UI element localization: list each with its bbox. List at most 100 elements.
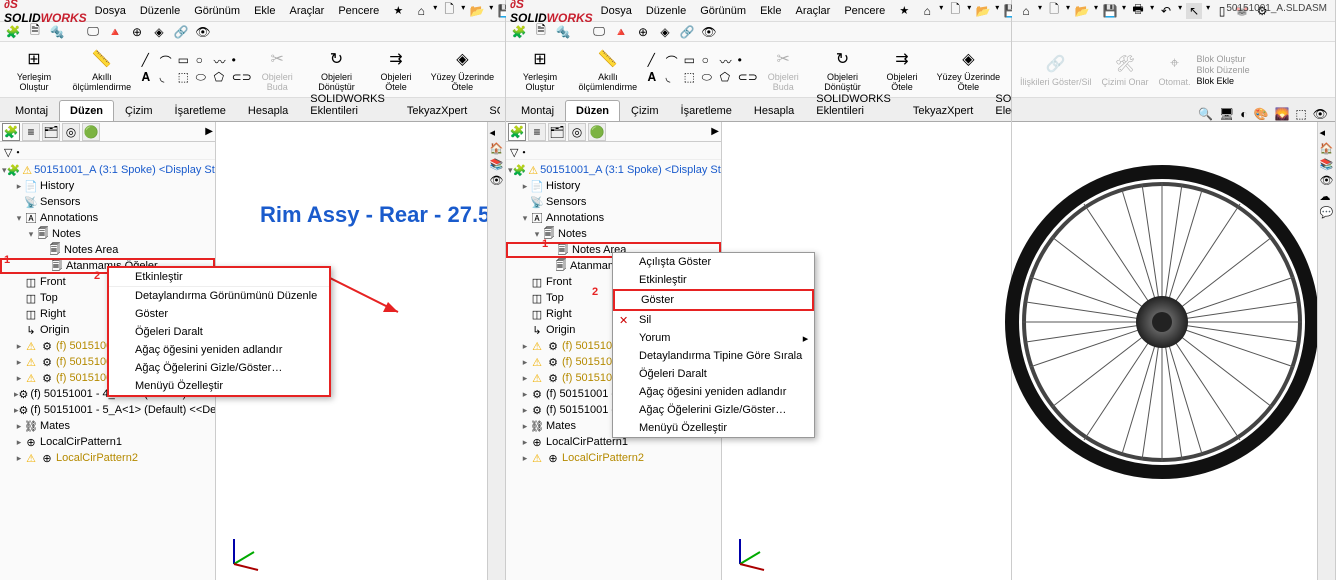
expand-icon[interactable]: ▸: [14, 341, 24, 352]
akilli-olcum-button[interactable]: 📏 Akıllı ölçümlendirme: [66, 44, 138, 96]
tree-item[interactable]: 🗐Notes Area: [0, 242, 215, 258]
expand-icon[interactable]: ▸: [14, 453, 24, 464]
vis-icon[interactable]: 👁: [194, 23, 212, 41]
menu-duzenle-2[interactable]: Düzenle: [640, 3, 692, 19]
tree-item[interactable]: ▸⊕LocalCirPattern1: [0, 434, 215, 450]
save-icon-3[interactable]: 💾: [1102, 3, 1118, 19]
display-icon-2[interactable]: 🖵: [590, 23, 608, 41]
plane-icon-2[interactable]: ⬚: [684, 70, 700, 86]
rect-icon[interactable]: ▭: [178, 53, 194, 69]
expand-icon[interactable]: ▸: [14, 373, 24, 384]
point-icon-2[interactable]: •: [738, 53, 754, 69]
line-icon[interactable]: ╱: [142, 53, 158, 69]
vis-icon-2[interactable]: 👁: [700, 23, 718, 41]
ctx-detaylandirma[interactable]: Detaylandırma Görünümünü Düzenle: [109, 287, 329, 305]
ctx-gizle-goster[interactable]: Ağaç Öğelerini Gizle/Göster…: [109, 359, 329, 377]
tab-hesapla-2[interactable]: Hesapla: [743, 100, 805, 121]
taskpane-icon[interactable]: ◂: [490, 126, 504, 140]
ctx-daralt[interactable]: Öğeleri Daralt: [109, 323, 329, 341]
expand-icon[interactable]: ▾: [520, 213, 530, 224]
tree-root-2[interactable]: ▾🧩⚠ 50151001_A (3:1 Spoke) <Display Stat…: [506, 162, 721, 178]
fm-config-icon[interactable]: 🗂: [42, 123, 60, 141]
tab-isaretleme[interactable]: İşaretleme: [164, 100, 237, 121]
display-icon[interactable]: 🖵: [84, 23, 102, 41]
mag-icon[interactable]: 🔍: [1198, 107, 1213, 121]
tab-montaj[interactable]: Montaj: [4, 100, 59, 121]
tree-item[interactable]: ▸⚠⊕LocalCirPattern2: [0, 450, 215, 466]
akilli-olcum-button-2[interactable]: 📏Akıllı ölçümlendirme: [572, 44, 644, 96]
open-icon-2[interactable]: 📂: [975, 3, 991, 19]
ctx2-goster[interactable]: Göster: [613, 289, 814, 311]
ctx2-gizle-goster[interactable]: Ağaç Öğelerini Gizle/Göster…: [613, 401, 814, 419]
expand-icon[interactable]: ▸: [14, 181, 24, 192]
perspective-icon[interactable]: ⬚: [1295, 107, 1306, 121]
fm-disp-icon[interactable]: ◎: [62, 123, 80, 141]
taskpane-cloud-icon[interactable]: ☁: [1320, 190, 1334, 204]
tree-item[interactable]: ▸⚙(f) 50151001 - 5_A<1> (Default) <<Defa…: [0, 402, 215, 418]
tab-montaj-2[interactable]: Montaj: [510, 100, 565, 121]
spline-icon[interactable]: 〰: [214, 53, 230, 69]
link-icon[interactable]: 🔗: [172, 23, 190, 41]
display-style-icon[interactable]: 🖥: [1219, 107, 1234, 121]
anlik-button[interactable]: ⌖Otomat.: [1155, 44, 1195, 96]
asm-icon[interactable]: 🔩: [48, 23, 66, 41]
cizimi-onar-button[interactable]: 🛠Çizimi Onar: [1098, 44, 1153, 96]
sw-icon[interactable]: 🗎: [26, 23, 44, 41]
poly-icon[interactable]: ⬠: [214, 70, 230, 86]
menu-araclar-2[interactable]: Araçlar: [789, 3, 836, 19]
expand-icon[interactable]: ▸: [520, 373, 530, 384]
tree-item[interactable]: ▾🗐Notes: [506, 226, 721, 242]
ctx-ozelleştir[interactable]: Menüyü Özelleştir: [109, 377, 329, 395]
graphics-area[interactable]: Rim Assy - Rear - 27.5 Etkinleştir Detay…: [216, 122, 505, 580]
slot-icon[interactable]: ⊂⊃: [232, 70, 248, 86]
ctx-etkinlestir[interactable]: Etkinleştir: [109, 268, 329, 287]
objeleri-buda-button[interactable]: ✂Objeleri Buda: [252, 44, 303, 96]
ctx2-etkinlestir[interactable]: Etkinleştir: [613, 271, 814, 289]
fm-app-icon-2[interactable]: 🟢: [588, 123, 606, 141]
assembly-icon-2[interactable]: 🧩: [510, 23, 528, 41]
tab-tekyazxpert-2[interactable]: TekyazXpert: [902, 100, 985, 121]
menu-ekle[interactable]: Ekle: [248, 3, 281, 19]
text-icon-2[interactable]: 𝐀: [648, 70, 664, 86]
tab-cizim[interactable]: Çizim: [114, 100, 164, 121]
expand-icon[interactable]: ▾: [532, 229, 542, 240]
fm-tree-icon-2[interactable]: 🧩: [508, 123, 526, 141]
fillet-icon[interactable]: ◟: [160, 70, 176, 86]
undo-icon-3[interactable]: ↶: [1158, 3, 1174, 19]
fillet-icon-2[interactable]: ◟: [666, 70, 682, 86]
home-icon-2[interactable]: ⌂: [919, 3, 935, 19]
taskpane-res-icon-3[interactable]: 🏠: [1320, 142, 1334, 156]
tab-hesapla[interactable]: Hesapla: [237, 100, 299, 121]
sw-icon-2[interactable]: 🗎: [532, 23, 550, 41]
tree-item[interactable]: ▾🗐Notes: [0, 226, 215, 242]
expand-icon[interactable]: ▸: [520, 405, 530, 416]
taskpane-lib-icon-3[interactable]: 📚: [1320, 158, 1334, 172]
menu-pencere[interactable]: Pencere: [332, 3, 385, 19]
tree-item[interactable]: ▸📄History: [506, 178, 721, 194]
expand-icon[interactable]: ▸: [520, 389, 530, 400]
slot-icon-2[interactable]: ⊂⊃: [738, 70, 754, 86]
expand-icon[interactable]: ▸: [520, 437, 530, 448]
tab-eklentiler-2[interactable]: SOLIDWORKS Eklentileri: [805, 88, 902, 121]
scene-icon[interactable]: 🌄: [1274, 107, 1289, 121]
hide-icon[interactable]: 👁: [1313, 107, 1328, 121]
asm-icon-2[interactable]: 🔩: [554, 23, 572, 41]
tab-duzen-2[interactable]: Düzen: [565, 100, 620, 121]
tree-item[interactable]: ▾🄰Annotations: [0, 210, 215, 226]
ellipse-icon[interactable]: ⬭: [196, 70, 212, 86]
arc-icon-2[interactable]: ⌒: [666, 53, 682, 69]
snap-icon[interactable]: ◈: [150, 23, 168, 41]
circle-icon-2[interactable]: ○: [702, 53, 718, 69]
blok-olustur-button[interactable]: Blok Oluştur: [1197, 54, 1250, 64]
misc-icon[interactable]: ⊕: [128, 23, 146, 41]
tree-root[interactable]: ▾🧩⚠ 50151001_A (3:1 Spoke) <Display Stat…: [0, 162, 215, 178]
expand-icon[interactable]: ▸: [14, 437, 24, 448]
tri-icon-2[interactable]: 🔺: [612, 23, 630, 41]
blok-ekle-button[interactable]: Blok Ekle: [1197, 76, 1250, 86]
fm-arrow-icon-2[interactable]: ▶: [711, 126, 719, 137]
menu-star-icon-2[interactable]: ★: [893, 2, 915, 19]
home-icon[interactable]: ⌂: [413, 3, 429, 19]
iliskileri-button[interactable]: 🔗İlişkileri Göster/Sil: [1016, 44, 1096, 96]
menu-ekle-2[interactable]: Ekle: [754, 3, 787, 19]
shade-icon[interactable]: 🎨: [1254, 107, 1269, 121]
